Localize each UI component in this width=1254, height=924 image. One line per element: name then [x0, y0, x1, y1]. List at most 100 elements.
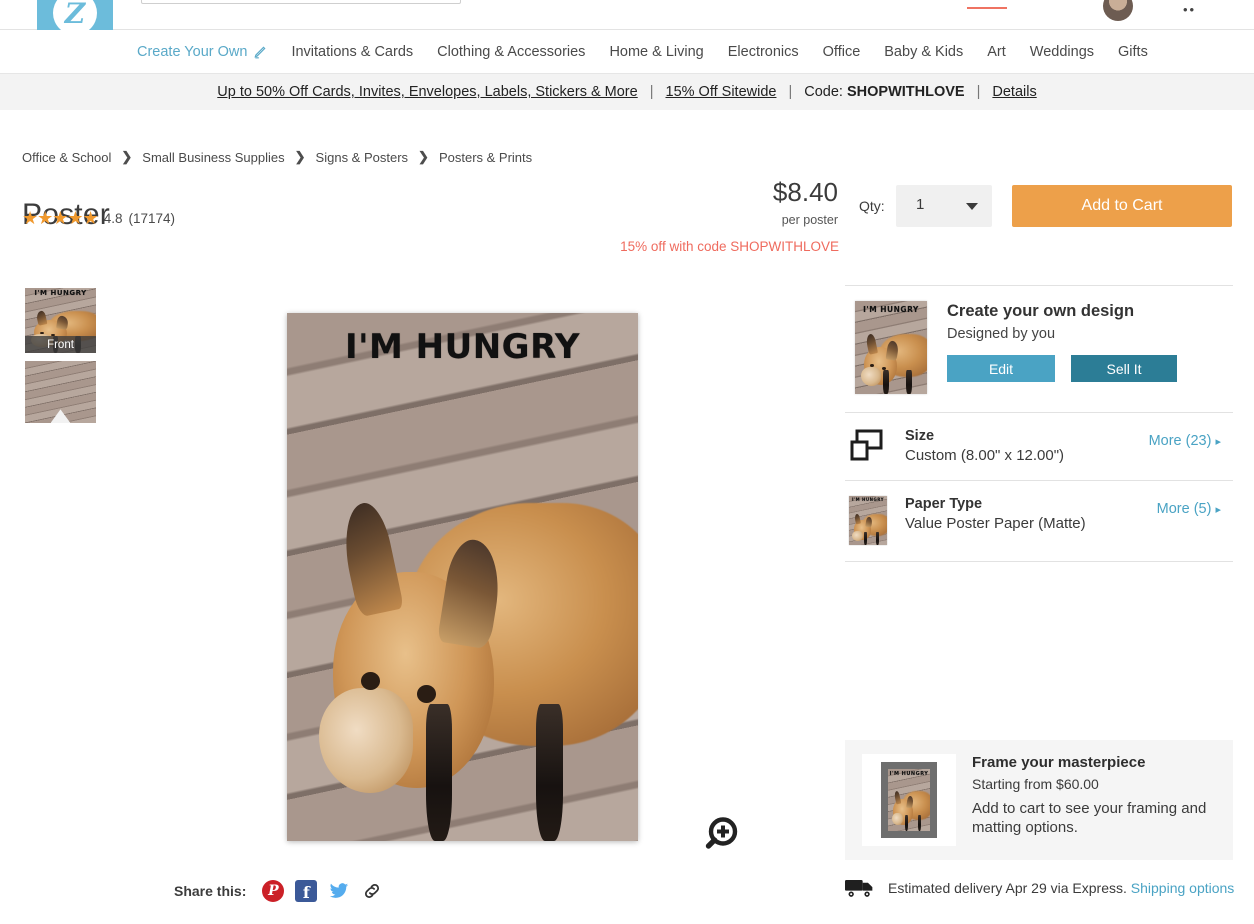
nav-item-clothing-accessories[interactable]: Clothing & Accessories — [437, 44, 585, 60]
thumbnail-rail: I'M HUNGRY Front — [25, 288, 97, 431]
delivery-text: Estimated delivery Apr 29 via Express. — [888, 880, 1127, 896]
poster-caption: I'M HUNGRY — [34, 289, 87, 298]
truck-icon — [845, 878, 875, 898]
zoom-in-icon[interactable] — [702, 814, 742, 854]
breadcrumb-item-posters-prints[interactable]: Posters & Prints — [439, 150, 532, 165]
delivery-estimate: Estimated delivery Apr 29 via Express. S… — [845, 878, 1234, 898]
thumbnail-front-label: Front — [25, 336, 96, 353]
share-row: Share this: P f — [174, 880, 383, 902]
nav-item-home-living[interactable]: Home & Living — [609, 44, 703, 60]
paper-swatch-icon: I'M HUNGRY — [847, 496, 905, 545]
design-title: Create your own design — [947, 302, 1135, 320]
quantity-label: Qty: — [859, 198, 885, 214]
breadcrumb-item-office-school[interactable]: Office & School — [22, 150, 111, 165]
promo-code-group: Code: SHOPWITHLOVE — [804, 84, 964, 100]
rating[interactable]: ★★★★★ 4.8 (17174) — [22, 209, 175, 227]
thumbnail-back[interactable] — [25, 361, 96, 423]
frame-thumbnail: I'M HUNGRY — [862, 754, 956, 846]
design-actions: Edit Sell It — [947, 355, 1177, 382]
share-label: Share this: — [174, 883, 247, 899]
promo-banner: Up to 50% Off Cards, Invites, Envelopes,… — [0, 74, 1254, 110]
rating-count: (17174) — [128, 210, 176, 226]
search-input[interactable] — [141, 0, 461, 4]
frame-promo-note: Add to cart to see your framing and matt… — [972, 800, 1207, 836]
facebook-icon[interactable]: f — [295, 880, 318, 902]
promo-separator: | — [788, 84, 793, 100]
quantity-select[interactable]: 1 — [896, 185, 992, 227]
nav-item-create-your-own[interactable]: Create Your Own — [137, 44, 267, 60]
product-price: $8.40 — [772, 177, 838, 207]
frame-promo-title: Frame your masterpiece — [972, 754, 1146, 771]
paper-more-label: More (5) — [1156, 501, 1212, 517]
nav-item-invitations-cards[interactable]: Invitations & Cards — [291, 44, 413, 60]
option-size-text: Size Custom (8.00" x 12.00") — [905, 428, 1064, 464]
nav-item-gifts[interactable]: Gifts — [1118, 44, 1148, 60]
main-nav: Create Your Own Invitations & Cards Clot… — [0, 30, 1254, 74]
frame-promo-text: Frame your masterpiece Starting from $60… — [972, 754, 1233, 860]
option-size-label: Size — [905, 428, 935, 444]
quantity-value: 1 — [916, 196, 925, 213]
chevron-down-icon — [966, 203, 978, 210]
option-size-value: Custom (8.00" x 12.00") — [905, 447, 1065, 464]
breadcrumb-separator-icon: ❯ — [418, 149, 429, 164]
delivery-text-group: Estimated delivery Apr 29 via Express. S… — [888, 880, 1234, 896]
chevron-right-icon: ▸ — [1215, 436, 1221, 448]
copy-link-icon[interactable] — [361, 880, 383, 902]
frame-promo[interactable]: I'M HUNGRY Frame your masterpiece Starti… — [845, 740, 1233, 860]
thumbnail-back-image — [25, 361, 96, 423]
promo-code-label: Code: — [804, 84, 843, 100]
cart-icon[interactable]: •• — [1183, 2, 1196, 17]
add-to-cart-button[interactable]: Add to Cart — [1012, 185, 1232, 227]
breadcrumb-item-small-business-supplies[interactable]: Small Business Supplies — [142, 150, 284, 165]
design-summary: I'M HUNGRY Create your own design Design… — [845, 286, 1233, 412]
star-rating-icon: ★★★★★ — [22, 208, 99, 228]
option-paper-label: Paper Type — [905, 496, 983, 512]
sell-it-button[interactable]: Sell It — [1071, 355, 1177, 382]
utility-active-underline — [967, 7, 1007, 9]
discount-note: 15% off with code SHOPWITHLOVE — [620, 239, 839, 254]
product-options-panel: I'M HUNGRY Create your own design Design… — [845, 285, 1233, 562]
nav-item-office[interactable]: Office — [823, 44, 861, 60]
divider — [845, 561, 1233, 562]
nav-item-baby-kids[interactable]: Baby & Kids — [884, 44, 963, 60]
poster-caption: I'M HUNGRY — [889, 771, 929, 778]
promo-code-value: SHOPWITHLOVE — [846, 84, 965, 100]
size-more-label: More (23) — [1148, 433, 1212, 449]
utility-bar: •• — [0, 0, 1254, 30]
nav-item-label: Create Your Own — [137, 44, 248, 60]
option-row-size[interactable]: Size Custom (8.00" x 12.00") More (23) ▸ — [845, 413, 1233, 480]
rating-value: 4.8 — [103, 210, 123, 226]
shipping-options-link[interactable]: Shipping options — [1131, 880, 1235, 896]
breadcrumb-separator-icon: ❯ — [121, 149, 133, 164]
promo-sitewide-link[interactable]: 15% Off Sitewide — [666, 84, 777, 100]
twitter-icon[interactable] — [328, 880, 350, 902]
poster-caption: I'M HUNGRY — [851, 497, 885, 503]
promo-details-link[interactable]: Details — [992, 84, 1036, 100]
size-icon — [847, 428, 905, 462]
product-image[interactable]: I'M HUNGRY — [287, 313, 638, 841]
price-unit-label: per poster — [781, 213, 838, 227]
design-thumbnail[interactable]: I'M HUNGRY — [855, 301, 927, 394]
paper-more-link[interactable]: More (5) ▸ — [1157, 501, 1221, 517]
poster-caption: I'M HUNGRY — [344, 326, 581, 367]
edit-button[interactable]: Edit — [947, 355, 1055, 382]
promo-separator: | — [976, 84, 981, 100]
size-more-link[interactable]: More (23) ▸ — [1149, 433, 1221, 449]
thumbnail-front[interactable]: I'M HUNGRY Front — [25, 288, 96, 353]
breadcrumb-separator-icon: ❯ — [294, 149, 306, 164]
breadcrumb-item-signs-posters[interactable]: Signs & Posters — [316, 150, 409, 165]
design-info: Create your own design Designed by you E… — [947, 301, 1177, 394]
poster-caption: I'M HUNGRY — [863, 304, 919, 314]
design-subtitle: Designed by you — [947, 326, 1056, 342]
chevron-right-icon: ▸ — [1215, 504, 1221, 516]
option-paper-value: Value Poster Paper (Matte) — [905, 515, 1086, 532]
nav-item-electronics[interactable]: Electronics — [728, 44, 799, 60]
avatar[interactable] — [1103, 0, 1133, 21]
nav-item-art[interactable]: Art — [987, 44, 1006, 60]
option-row-paper-type[interactable]: I'M HUNGRY Paper Type Value Poster Paper… — [845, 481, 1233, 561]
breadcrumb: Office & School ❯ Small Business Supplie… — [22, 149, 532, 165]
option-paper-text: Paper Type Value Poster Paper (Matte) — [905, 496, 1086, 532]
pinterest-icon[interactable]: P — [262, 880, 285, 902]
promo-offer-cards-link[interactable]: Up to 50% Off Cards, Invites, Envelopes,… — [217, 84, 637, 100]
nav-item-weddings[interactable]: Weddings — [1030, 44, 1094, 60]
